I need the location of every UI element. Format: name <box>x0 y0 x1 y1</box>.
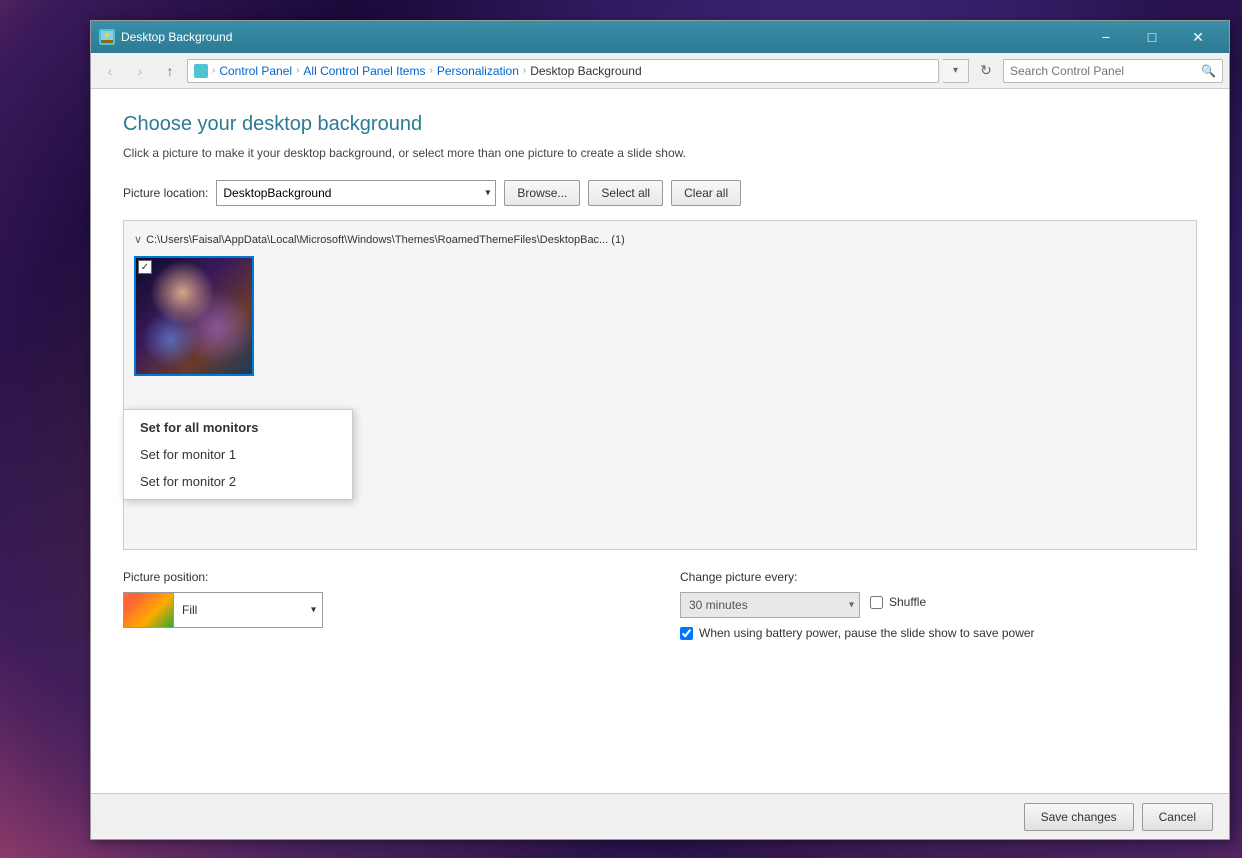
refresh-button[interactable]: ↻ <box>973 58 999 84</box>
picture-location-label: Picture location: <box>123 186 208 200</box>
position-select[interactable]: Fill Fit Stretch Tile Center Span <box>174 593 322 627</box>
breadcrumb-icon <box>194 64 208 78</box>
interval-select-wrapper: 30 minutes 1 minute 10 minutes 1 hour 6 … <box>680 592 860 618</box>
slideshow-section: Change picture every: 30 minutes 1 minut… <box>680 570 1197 646</box>
back-button[interactable]: ‹ <box>97 58 123 84</box>
image-container: ∨ C:\Users\Faisal\AppData\Local\Microsof… <box>123 220 1197 550</box>
address-bar: ‹ › ↑ › Control Panel › All Control Pane… <box>91 53 1229 89</box>
clear-all-button[interactable]: Clear all <box>671 180 741 206</box>
thumb-checkbox[interactable]: ✓ <box>138 260 152 274</box>
cancel-button[interactable]: Cancel <box>1142 803 1213 831</box>
breadcrumb-bar: › Control Panel › All Control Panel Item… <box>187 59 939 83</box>
maximize-button[interactable]: □ <box>1129 21 1175 53</box>
image-grid: ✓ <box>134 256 1186 376</box>
main-window: Desktop Background − □ ✕ ‹ › ↑ › Control… <box>90 20 1230 840</box>
set-monitor-1-item[interactable]: Set for monitor 1 <box>124 441 352 468</box>
battery-row: When using battery power, pause the slid… <box>680 626 1197 640</box>
position-control: Fill Fit Stretch Tile Center Span <box>123 592 323 628</box>
shuffle-label: Shuffle <box>889 595 926 609</box>
close-button[interactable]: ✕ <box>1175 21 1221 53</box>
position-select-wrapper: Fill Fit Stretch Tile Center Span <box>174 593 322 627</box>
folder-header: ∨ C:\Users\Faisal\AppData\Local\Microsof… <box>134 231 1186 248</box>
select-all-button[interactable]: Select all <box>588 180 663 206</box>
sep1: › <box>212 65 215 76</box>
folder-toggle[interactable]: ∨ <box>134 233 142 246</box>
controls-row: Picture location: DesktopBackground Brow… <box>123 180 1197 206</box>
sep2: › <box>296 65 299 76</box>
sep4: › <box>523 65 526 76</box>
search-box: 🔍 <box>1003 59 1223 83</box>
breadcrumb-current: Desktop Background <box>530 64 641 78</box>
title-bar: Desktop Background − □ ✕ <box>91 21 1229 53</box>
change-every-row: 30 minutes 1 minute 10 minutes 1 hour 6 … <box>680 592 1197 618</box>
position-section: Picture position: Fill Fit Stretch Tile … <box>123 570 640 646</box>
position-preview <box>124 593 174 627</box>
window-icon <box>99 29 115 45</box>
shuffle-checkbox[interactable] <box>870 596 883 609</box>
battery-checkbox[interactable] <box>680 627 693 640</box>
sep3: › <box>429 65 432 76</box>
forward-button[interactable]: › <box>127 58 153 84</box>
picture-location-wrapper: DesktopBackground <box>216 180 496 206</box>
image-thumbnail-1[interactable]: ✓ <box>134 256 254 376</box>
browse-button[interactable]: Browse... <box>504 180 580 206</box>
context-menu: Set for all monitors Set for monitor 1 S… <box>123 409 353 500</box>
content-area: Choose your desktop background Click a p… <box>91 89 1229 793</box>
image-thumb-inner <box>136 258 252 374</box>
breadcrumb-control-panel[interactable]: Control Panel <box>219 64 292 78</box>
search-input[interactable] <box>1010 64 1197 78</box>
set-monitor-2-item[interactable]: Set for monitor 2 <box>124 468 352 495</box>
up-button[interactable]: ↑ <box>157 58 183 84</box>
breadcrumb-all-items[interactable]: All Control Panel Items <box>303 64 425 78</box>
battery-label: When using battery power, pause the slid… <box>699 626 1035 640</box>
minimize-button[interactable]: − <box>1083 21 1129 53</box>
window-controls: − □ ✕ <box>1083 21 1221 53</box>
breadcrumb-personalization[interactable]: Personalization <box>437 64 519 78</box>
picture-location-select[interactable]: DesktopBackground <box>216 180 496 206</box>
save-changes-button[interactable]: Save changes <box>1024 803 1134 831</box>
position-label: Picture position: <box>123 570 640 584</box>
change-every-label: Change picture every: <box>680 570 1197 584</box>
folder-group: ∨ C:\Users\Faisal\AppData\Local\Microsof… <box>134 231 1186 376</box>
search-icon: 🔍 <box>1201 64 1216 78</box>
page-title: Choose your desktop background <box>123 113 1197 136</box>
bottom-section: Picture position: Fill Fit Stretch Tile … <box>123 570 1197 646</box>
window-title: Desktop Background <box>121 30 1083 44</box>
address-dropdown[interactable]: ▾ <box>943 59 969 83</box>
shuffle-row: Shuffle <box>870 595 926 609</box>
nebula-image <box>136 258 252 374</box>
interval-select[interactable]: 30 minutes 1 minute 10 minutes 1 hour 6 … <box>680 592 860 618</box>
folder-path: C:\Users\Faisal\AppData\Local\Microsoft\… <box>146 234 625 246</box>
footer: Save changes Cancel <box>91 793 1229 839</box>
page-subtitle: Click a picture to make it your desktop … <box>123 146 1197 160</box>
set-all-monitors-item[interactable]: Set for all monitors <box>124 414 352 441</box>
